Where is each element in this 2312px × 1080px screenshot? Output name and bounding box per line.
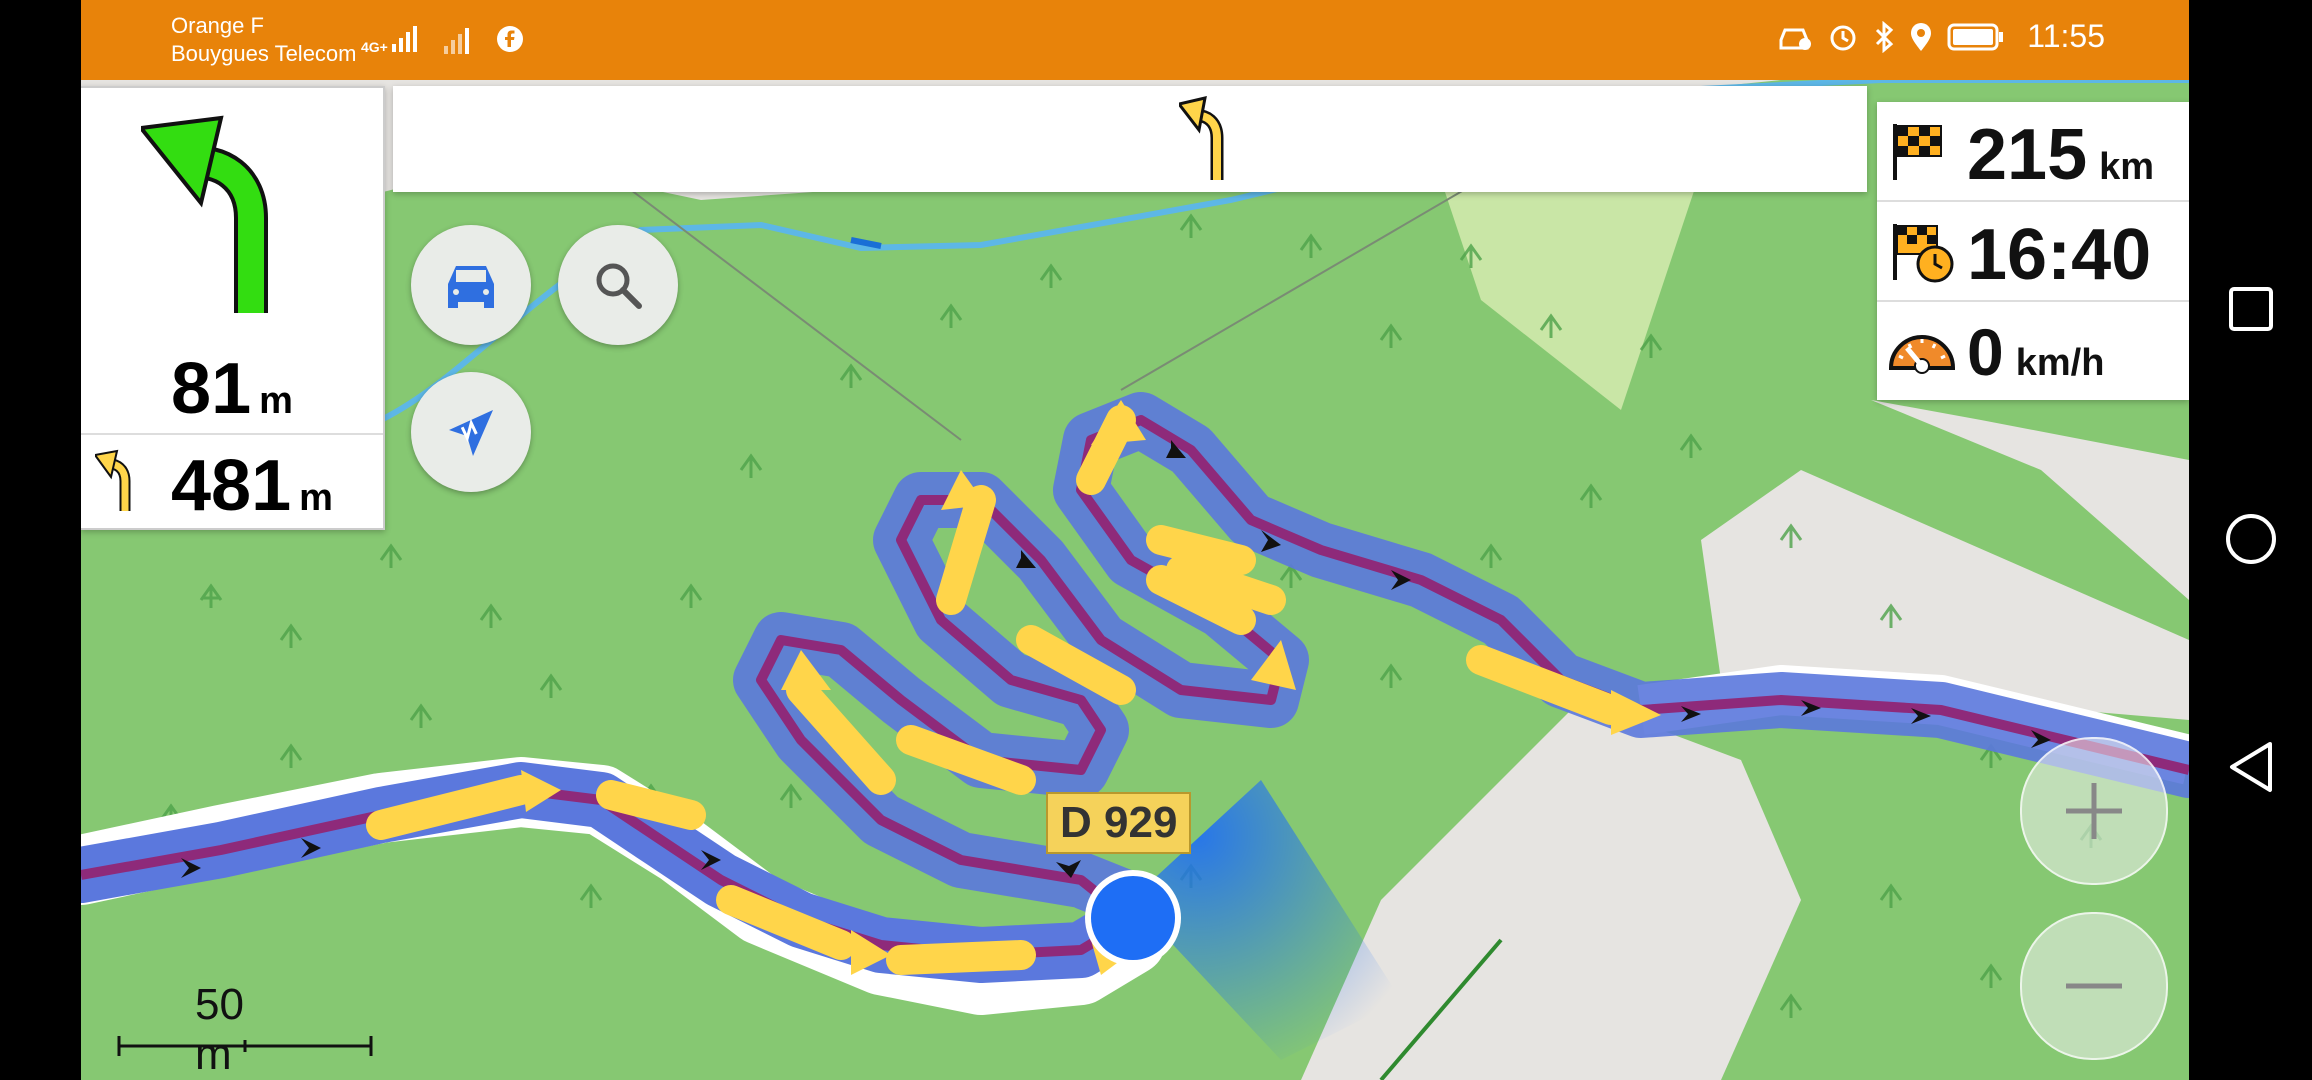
facebook-icon	[496, 25, 523, 52]
speed-unit: km/h	[2015, 342, 2105, 384]
lane-turn-left-icon	[1179, 96, 1224, 180]
alarm-icon	[1830, 25, 1856, 50]
back-triangle-icon	[2229, 742, 2272, 792]
turn-left-arrow-icon	[141, 115, 268, 313]
scale-label: 50 m	[195, 980, 244, 1079]
current-speed: 0	[1967, 315, 2004, 389]
lane-guidance-bar	[393, 86, 1867, 192]
remaining-distance: 215	[1967, 115, 2088, 195]
bluetooth-icon	[1876, 20, 1894, 53]
search-icon	[596, 263, 642, 309]
circle-icon	[2225, 514, 2276, 564]
recent-apps-button[interactable]	[2189, 254, 2312, 364]
zoom-in-button[interactable]	[2020, 737, 2168, 885]
driving-mode-icon	[1779, 28, 1812, 50]
scale-bar	[117, 1036, 373, 1056]
left-bezel	[0, 0, 81, 1080]
back-button[interactable]	[2189, 712, 2312, 822]
speed-row: 0 km/h	[1877, 302, 2189, 400]
next-distance: 481 m	[171, 446, 333, 526]
next-maneuver-row: 481 m	[81, 433, 383, 527]
compass-button[interactable]	[411, 372, 531, 492]
turn-distance: 81 m	[171, 349, 293, 429]
trip-info-panel[interactable]: 215 km 16:40 0 km/h	[1877, 102, 2189, 400]
square-icon	[2228, 287, 2273, 331]
arrival-clock-icon	[1893, 224, 1954, 283]
carrier-1: Orange F	[171, 13, 264, 38]
signal-4g-icon: 4G+	[361, 22, 426, 55]
vehicle-profile-button[interactable]	[411, 225, 531, 345]
finish-flag-icon	[1893, 124, 1942, 180]
zoom-out-button[interactable]	[2020, 912, 2168, 1060]
next-turn-arrow-icon	[95, 449, 131, 511]
carrier-names: Orange F Bouygues Telecom	[171, 12, 357, 68]
compass-icon	[449, 410, 493, 456]
arrival-time: 16:40	[1967, 215, 2152, 295]
home-button[interactable]	[2189, 484, 2312, 594]
zoom-out-icon	[2066, 983, 2122, 989]
battery-icon	[1947, 23, 2004, 50]
remaining-distance-row: 215 km	[1877, 102, 2189, 202]
status-bar: Orange F Bouygues Telecom 4G+ 11:55	[81, 0, 2189, 80]
carrier-2: Bouygues Telecom	[171, 41, 357, 66]
zoom-in-icon	[2066, 783, 2122, 839]
road-name-label: D 929	[1046, 792, 1192, 854]
search-button[interactable]	[558, 225, 678, 345]
system-navigation-bar	[2189, 0, 2312, 1080]
arrival-time-row: 16:40	[1877, 202, 2189, 302]
signal-2-icon	[443, 27, 469, 54]
car-icon	[448, 266, 494, 308]
signal-icons: 4G+	[361, 22, 524, 55]
speedometer-icon	[1888, 335, 1956, 374]
navigation-screen: Orange F Bouygues Telecom 4G+ 11:55 81 m…	[81, 0, 2189, 1080]
clock: 11:55	[2027, 18, 2105, 54]
remaining-distance-unit: km	[2099, 146, 2155, 188]
next-turn-panel[interactable]: 81 m 481 m	[81, 86, 385, 530]
location-icon	[1911, 22, 1932, 51]
status-right: 11:55	[1777, 18, 2105, 55]
